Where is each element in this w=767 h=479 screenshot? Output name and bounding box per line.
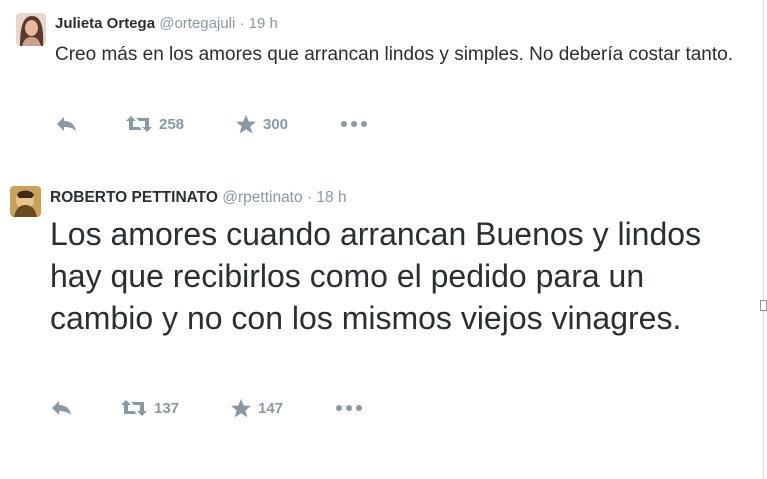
tweet[interactable]: Julieta Ortega @ortegajuli · 19 h Creo m… [0, 0, 767, 150]
separator-dot: · [306, 189, 313, 206]
retweet-icon [121, 400, 147, 416]
username[interactable]: @rpettinato [222, 189, 302, 206]
star-icon [231, 398, 251, 418]
tweet-header: Julieta Ortega @ortegajuli · 19 h [55, 15, 278, 33]
reply-button[interactable] [50, 400, 120, 416]
timestamp[interactable]: 19 h [249, 15, 278, 32]
separator-dot: · [239, 15, 245, 32]
username[interactable]: @ortegajuli [159, 15, 235, 32]
retweet-count: 258 [159, 115, 185, 133]
more-icon [341, 121, 367, 127]
reply-icon [57, 117, 76, 131]
avatar[interactable] [16, 13, 46, 46]
retweet-button[interactable]: 137 [120, 399, 230, 417]
favorite-count: 300 [263, 115, 289, 133]
tweet[interactable]: ROBERTO PETTINATO @rpettinato · 18 h Los… [0, 175, 767, 435]
tweet-actions: 137 147 [50, 397, 363, 419]
user-avatar-photo-icon [10, 186, 41, 217]
favorite-button[interactable]: 147 [230, 398, 335, 418]
retweet-icon [126, 116, 152, 132]
favorite-button[interactable]: 300 [235, 114, 340, 134]
tweet-header: ROBERTO PETTINATO @rpettinato · 18 h [50, 189, 347, 207]
retweet-count: 137 [154, 399, 180, 417]
favorite-count: 147 [258, 399, 284, 417]
reply-icon [52, 401, 71, 415]
fullname[interactable]: ROBERTO PETTINATO [50, 189, 218, 206]
tweet-text: Los amores cuando arrancan Buenos y lind… [50, 216, 702, 336]
avatar[interactable] [10, 186, 41, 217]
more-button[interactable] [335, 404, 363, 412]
more-icon [336, 405, 362, 411]
frame-edge [763, 0, 764, 479]
tweet-text: Creo más en los amores que arrancan lind… [55, 44, 733, 65]
fullname[interactable]: Julieta Ortega [55, 15, 155, 32]
retweet-button[interactable]: 258 [125, 115, 235, 133]
user-avatar-photo-icon [16, 13, 46, 46]
reply-button[interactable] [55, 116, 125, 132]
star-icon [236, 114, 256, 134]
tweet-actions: 258 300 [55, 113, 368, 135]
timestamp[interactable]: 18 h [316, 189, 346, 206]
more-button[interactable] [340, 120, 368, 128]
twitter-timeline: Julieta Ortega @ortegajuli · 19 h Creo m… [0, 0, 767, 479]
resize-handle[interactable] [760, 300, 767, 311]
